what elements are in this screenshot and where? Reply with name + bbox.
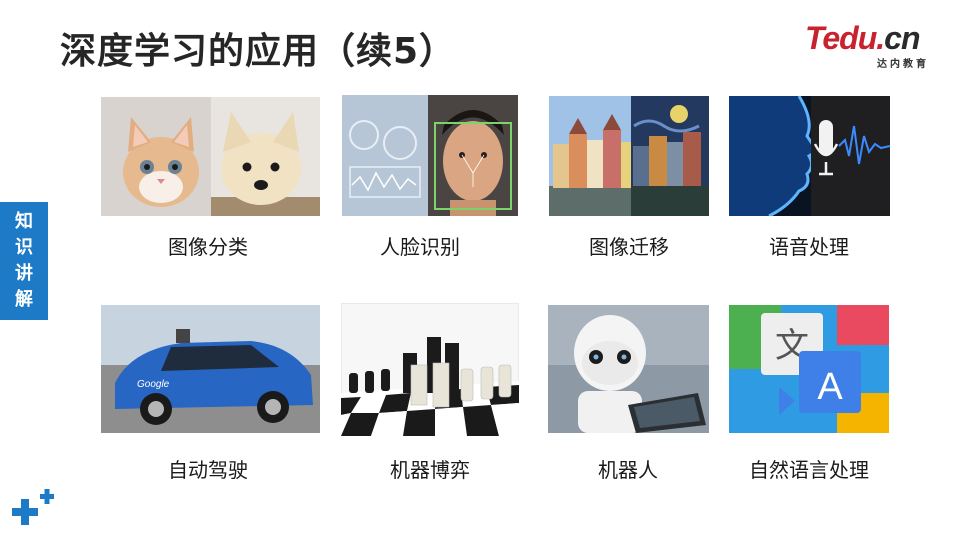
section-tab-char: 解	[15, 289, 33, 310]
logo-domain: cn	[884, 20, 920, 56]
logo-subtitle: 达内教育	[877, 59, 929, 70]
application-label: 图像迁移	[589, 235, 669, 259]
robot-photo	[548, 305, 709, 433]
section-tab-char: 知	[15, 211, 33, 232]
application-label: 人脸识别	[380, 235, 460, 259]
page-title: 深度学习的应用（续5）	[60, 31, 457, 72]
face-scan-photo	[342, 95, 518, 216]
logo-letter-t: T	[805, 20, 823, 56]
svg-text:Google: Google	[137, 379, 170, 390]
chess-photo	[341, 303, 519, 436]
application-label: 自然语言处理	[749, 458, 869, 482]
section-tab-char: 识	[15, 237, 33, 258]
section-tab: 知 识 讲 解	[0, 202, 48, 320]
application-label: 语音处理	[769, 235, 849, 259]
self-driving-car-photo: Google	[101, 305, 320, 433]
section-tab-char: 讲	[15, 263, 33, 284]
svg-text:A: A	[817, 366, 843, 408]
translate-icon-photo: 文 A	[729, 305, 889, 433]
application-label: 图像分类	[168, 235, 248, 259]
logo-text: edu.	[822, 20, 885, 56]
application-label: 自动驾驶	[168, 458, 248, 482]
application-label: 机器博弈	[390, 458, 470, 482]
style-transfer-town-photo	[549, 96, 709, 216]
tedu-logo: Tedu.cn 达内教育	[805, 20, 935, 70]
cat-and-dog-photo	[101, 97, 320, 216]
plus-icon	[12, 489, 54, 525]
voice-microphone-photo	[729, 96, 890, 216]
application-label: 机器人	[598, 458, 658, 482]
